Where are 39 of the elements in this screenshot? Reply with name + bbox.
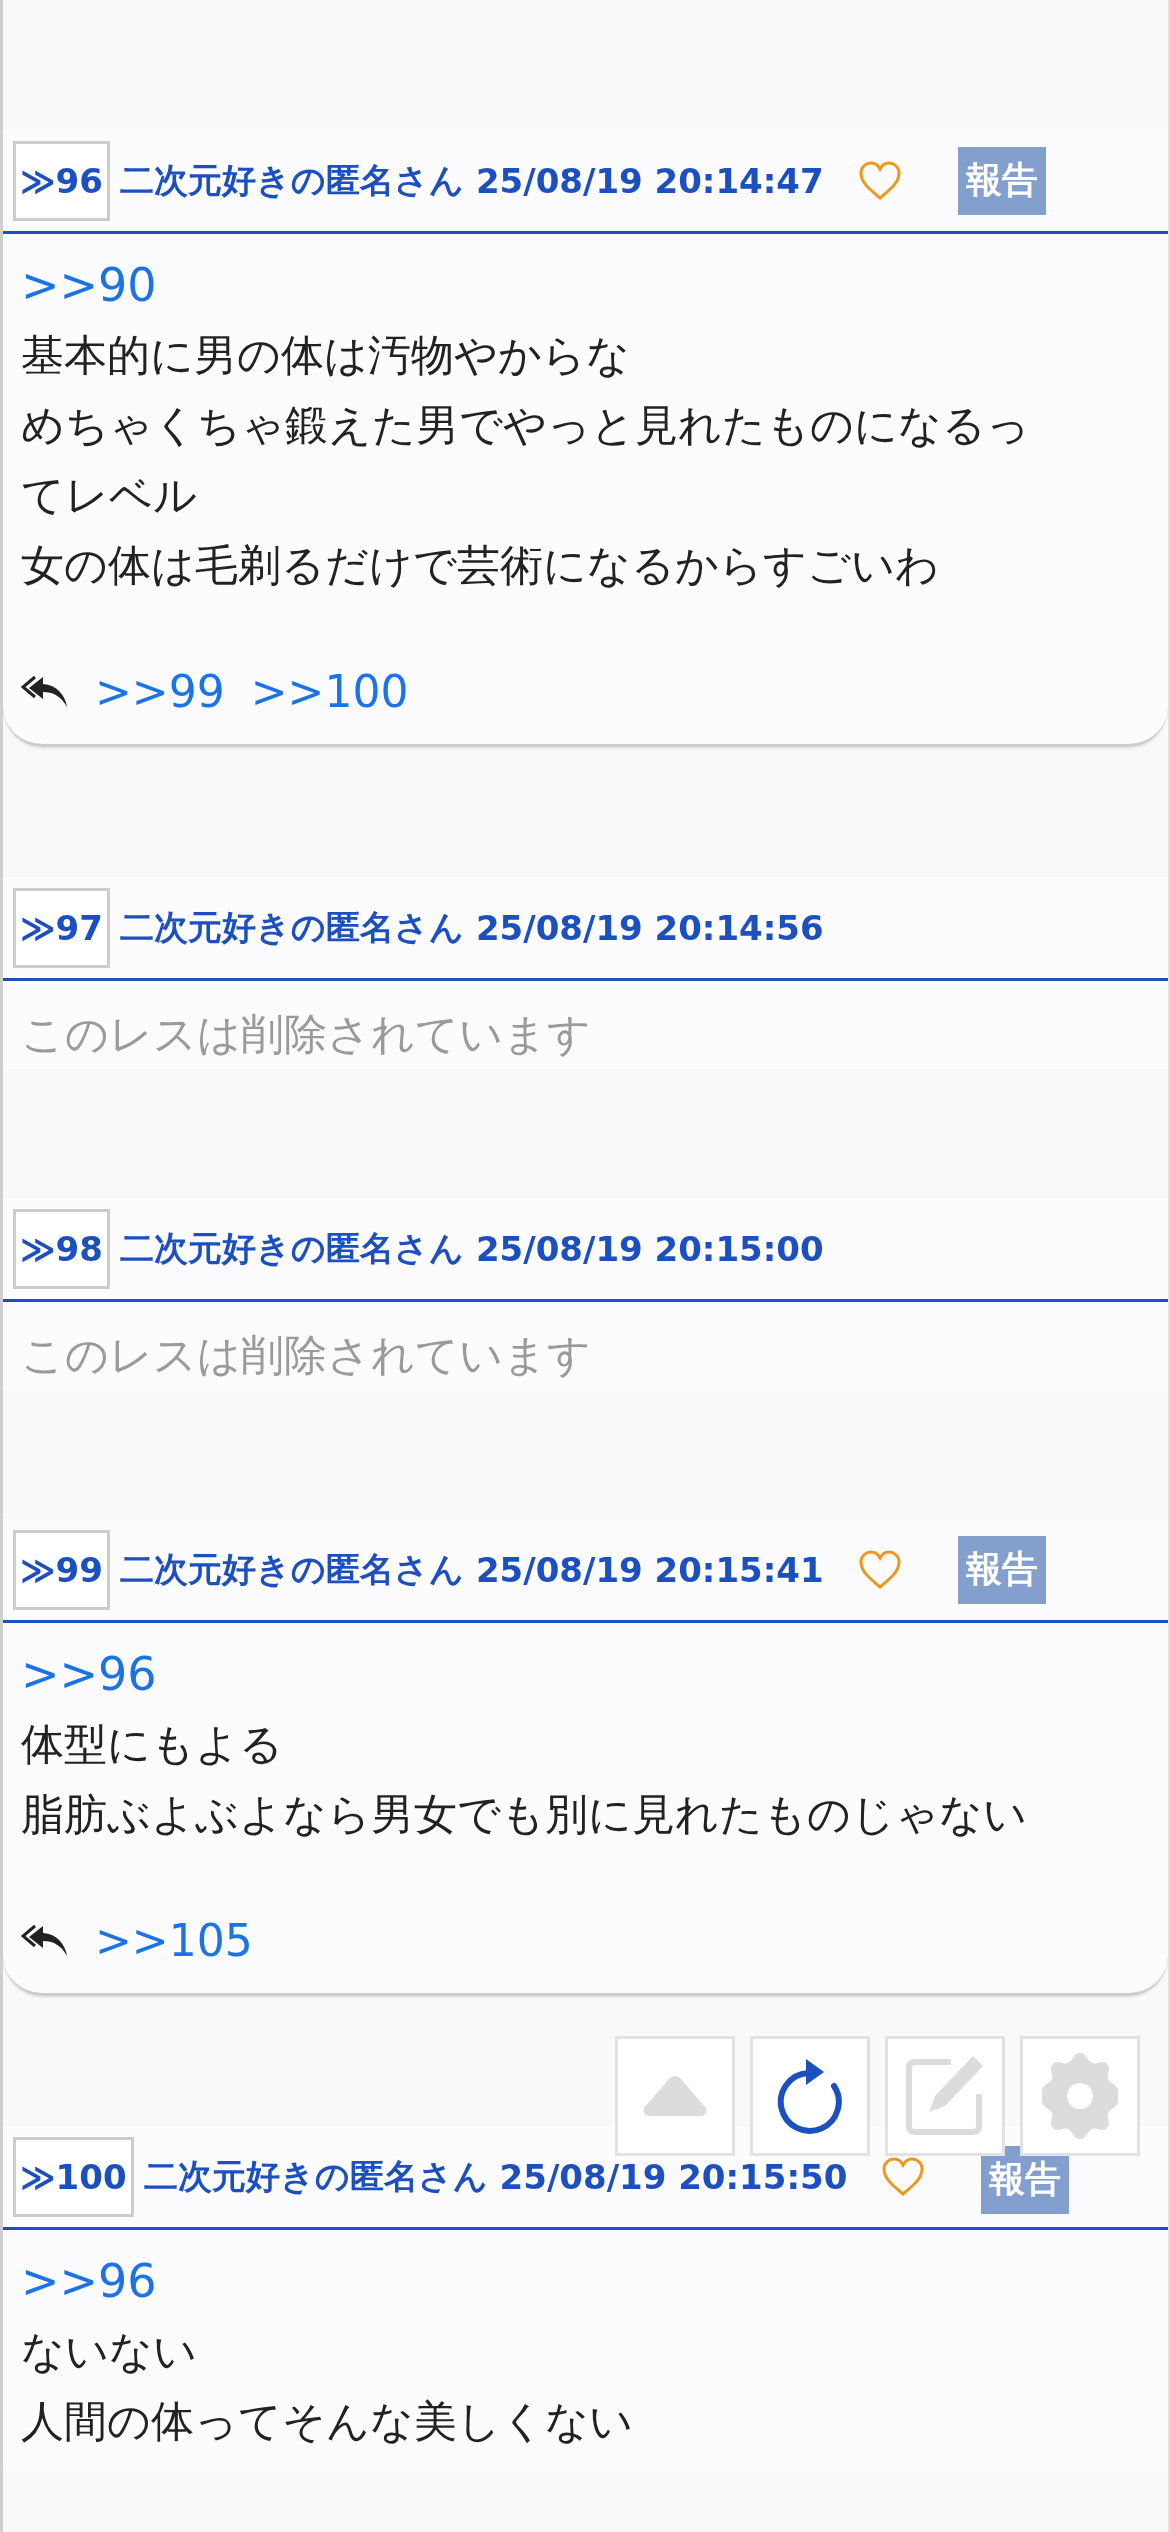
- report-button[interactable]: 報告: [957, 1535, 1046, 1604]
- post-text-line: ないない: [21, 2325, 198, 2378]
- author-name: 二次元好きの匿名さん: [119, 1226, 464, 1270]
- heart-icon[interactable]: [857, 160, 902, 201]
- author-name: 二次元好きの匿名さん: [119, 905, 464, 949]
- deleted-message: このレスは削除されています: [20, 1008, 592, 1061]
- post-text-line: てレベル: [21, 469, 198, 522]
- post-date: 25/08/19 20:15:00: [475, 1228, 824, 1269]
- author-name: 二次元好きの匿名さん: [143, 2154, 488, 2198]
- post-number[interactable]: ≫100: [13, 2136, 134, 2217]
- post-text-line: 人間の体ってそんな美しくない: [21, 2395, 634, 2448]
- reply-link[interactable]: >>100: [250, 666, 409, 717]
- anchor-link[interactable]: >>90: [21, 250, 157, 320]
- toolbar-button[interactable]: [750, 2036, 870, 2156]
- author-name: 二次元好きの匿名さん: [119, 1547, 464, 1591]
- reply-link[interactable]: >>105: [95, 1915, 253, 1966]
- author-name: 二次元好きの匿名さん: [119, 158, 464, 202]
- anchor-link[interactable]: >>96: [21, 1639, 157, 1709]
- heart-icon[interactable]: [857, 1549, 902, 1590]
- post-date: 25/08/19 20:15:50: [499, 2156, 848, 2197]
- post-text-line: めちゃくちゃ鍛えた男でやっと見れたものになるっ: [21, 399, 1031, 452]
- post-number[interactable]: ≫99: [13, 1529, 110, 1610]
- anchor-link[interactable]: >>96: [21, 2246, 157, 2316]
- post-text-line: 脂肪ぶよぶよなら男女でも別に見れたものじゃない: [21, 1788, 1028, 1841]
- post-number[interactable]: ≫97: [13, 887, 110, 968]
- reply-icon: [21, 674, 69, 709]
- post-date: 25/08/19 20:14:47: [475, 160, 824, 201]
- post-number[interactable]: ≫98: [13, 1208, 110, 1289]
- post-text-line: 女の体は毛剃るだけで芸術になるからすごいわ: [21, 539, 940, 592]
- reply-icon: [21, 1923, 69, 1958]
- post-text-line: 基本的に男の体は汚物やからな: [21, 329, 631, 382]
- heart-icon[interactable]: [881, 2156, 926, 2197]
- reply-link[interactable]: >>99: [95, 666, 225, 717]
- post-text-line: 体型にもよる: [21, 1718, 284, 1771]
- post-date: 25/08/19 20:15:41: [475, 1549, 824, 1590]
- post-number[interactable]: ≫96: [13, 140, 110, 221]
- post-date: 25/08/19 20:14:56: [475, 907, 824, 948]
- report-button[interactable]: 報告: [957, 146, 1046, 215]
- deleted-message: このレスは削除されています: [20, 1329, 592, 1382]
